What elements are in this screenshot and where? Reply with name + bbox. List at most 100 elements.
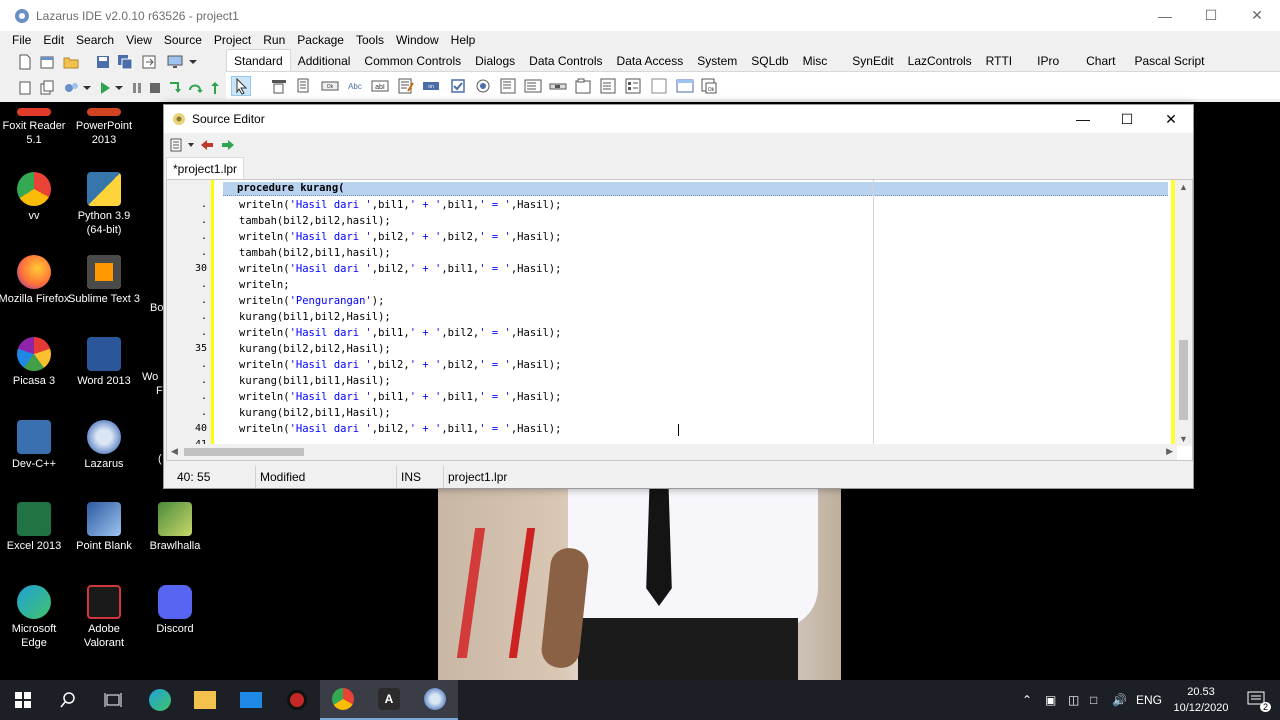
palette-tab-data-controls[interactable]: Data Controls xyxy=(522,51,609,71)
step-over-button[interactable] xyxy=(186,79,204,97)
view-units-button[interactable] xyxy=(16,79,34,97)
selection-tool-button[interactable] xyxy=(231,76,251,96)
new-form-button[interactable] xyxy=(38,53,56,71)
main-title-bar[interactable]: Lazarus IDE v2.0.10 r63526 - project1 — … xyxy=(0,0,1280,31)
step-into-button[interactable] xyxy=(166,79,184,97)
language-indicator[interactable]: ENG xyxy=(1136,680,1162,720)
tmainmenu-component[interactable] xyxy=(269,76,289,96)
task-view-button[interactable] xyxy=(90,680,136,720)
palette-tab-ipro[interactable]: IPro xyxy=(1030,51,1079,71)
desktop-icon-firefox[interactable]: Mozilla Firefox xyxy=(0,255,70,306)
se-close-button[interactable]: ✕ xyxy=(1149,105,1193,133)
se-minimize-button[interactable]: — xyxy=(1061,105,1105,133)
code-line[interactable]: writeln('Hasil dari ',bil2,' + ',bil2,' … xyxy=(239,229,561,245)
tradiogroup-component[interactable] xyxy=(598,76,618,96)
jump-forward-button[interactable] xyxy=(219,136,237,154)
build-modes-dropdown[interactable] xyxy=(78,79,96,97)
code-line[interactable]: writeln('Hasil dari ',bil1,' + ',bil1,' … xyxy=(239,197,561,213)
desktop-icon-sublime[interactable]: Sublime Text 3 xyxy=(68,255,140,306)
palette-tab-chart[interactable]: Chart xyxy=(1079,51,1127,71)
menu-file[interactable]: File xyxy=(6,33,37,47)
notification-center-button[interactable]: 2 xyxy=(1234,680,1280,720)
run-dropdown[interactable] xyxy=(110,79,128,97)
code-editor[interactable]: ....30....35....4041 procedure kurang( w… xyxy=(166,179,1193,461)
palette-tab-pascal-script[interactable]: Pascal Script xyxy=(1127,51,1211,71)
desktop-icon-brawlhalla[interactable]: Brawlhalla xyxy=(139,502,211,553)
desktop-icon-picasa[interactable]: Picasa 3 xyxy=(0,337,70,388)
menu-help[interactable]: Help xyxy=(445,33,482,47)
code-line[interactable]: writeln('Hasil dari ',bil1,' + ',bil1,' … xyxy=(239,389,561,405)
save-button[interactable] xyxy=(94,53,112,71)
scroll-right-icon[interactable]: ▶ xyxy=(1166,446,1173,457)
palette-tab-common-controls[interactable]: Common Controls xyxy=(357,51,468,71)
maximize-button[interactable]: ☐ xyxy=(1188,0,1234,31)
meet-now-icon[interactable]: ▣ xyxy=(1045,680,1056,720)
desktop-icon-lazarus[interactable]: Lazarus xyxy=(68,420,140,471)
scroll-left-icon[interactable]: ◀ xyxy=(171,446,178,457)
ttogglebox-component[interactable]: on xyxy=(421,76,441,96)
new-unit-button[interactable] xyxy=(16,53,34,71)
taskbar-mail[interactable] xyxy=(228,680,274,720)
taskbar-edge[interactable] xyxy=(137,680,183,720)
start-button[interactable] xyxy=(0,680,46,720)
scroll-up-icon[interactable]: ▲ xyxy=(1179,182,1188,192)
tgroupbox-component[interactable] xyxy=(573,76,593,96)
network-device-icon[interactable]: ◫ xyxy=(1068,680,1079,720)
palette-tab-system[interactable]: System xyxy=(690,51,744,71)
desktop-icon-python[interactable]: Python 3.9 (64-bit) xyxy=(68,172,140,237)
code-line[interactable]: kurang(bil1,bil1,Hasil); xyxy=(239,373,391,389)
palette-tab-lazcontrols[interactable]: LazControls xyxy=(901,51,979,71)
tbutton-component[interactable]: Ok xyxy=(320,76,340,96)
code-line[interactable]: tambah(bil2,bil1,hasil); xyxy=(239,245,391,261)
se-maximize-button[interactable]: ☐ xyxy=(1105,105,1149,133)
palette-tab-data-access[interactable]: Data Access xyxy=(610,51,691,71)
taskbar-file-explorer[interactable] xyxy=(182,680,228,720)
code-line[interactable]: writeln('Hasil dari ',bil2,' + ',bil1,' … xyxy=(239,421,561,437)
taskbar-lazarus[interactable] xyxy=(412,680,458,720)
palette-tab-dialogs[interactable]: Dialogs xyxy=(468,51,522,71)
palette-tab-additional[interactable]: Additional xyxy=(291,51,358,71)
step-out-button[interactable] xyxy=(206,79,224,97)
menu-project[interactable]: Project xyxy=(208,33,257,47)
source-editor-title-bar[interactable]: Source Editor — ☐ ✕ xyxy=(164,105,1193,133)
menu-run[interactable]: Run xyxy=(257,33,291,47)
desktop-icon-discord[interactable]: Discord xyxy=(139,585,211,636)
view-forms-button[interactable] xyxy=(166,53,184,71)
desktop-icon-valorant[interactable]: Adobe Valorant xyxy=(68,585,140,650)
code-line[interactable]: writeln('Hasil dari ',bil1,' + ',bil2,' … xyxy=(239,325,561,341)
taskbar-app-a[interactable]: A xyxy=(366,680,412,720)
save-all-button[interactable] xyxy=(116,53,134,71)
volume-icon[interactable]: 🔊 xyxy=(1112,680,1127,720)
view-pages-button[interactable] xyxy=(38,79,56,97)
toggle-form-unit-button[interactable] xyxy=(140,53,158,71)
tcheckgroup-component[interactable] xyxy=(623,76,643,96)
code-line[interactable]: kurang(bil1,bil2,Hasil); xyxy=(239,309,391,325)
desktop-icon-word[interactable]: Word 2013 xyxy=(68,337,140,388)
palette-tab-sqldb[interactable]: SQLdb xyxy=(744,51,795,71)
open-button[interactable] xyxy=(62,53,80,71)
tlistbox-component[interactable] xyxy=(498,76,518,96)
code-area[interactable]: procedure kurang( writeln('Hasil dari ',… xyxy=(215,180,1168,446)
horizontal-scrollbar[interactable]: ◀ ▶ xyxy=(167,444,1177,460)
vertical-scrollbar[interactable]: ▲ ▼ xyxy=(1171,180,1192,446)
desktop-icon-excel[interactable]: Excel 2013 xyxy=(0,502,70,553)
menu-package[interactable]: Package xyxy=(291,33,350,47)
tscrollbar-component[interactable] xyxy=(548,76,568,96)
tpanel-component[interactable] xyxy=(649,76,669,96)
code-line[interactable]: writeln('Hasil dari ',bil2,' + ',bil1,' … xyxy=(239,261,561,277)
palette-tab-standard[interactable]: Standard xyxy=(226,49,291,71)
show-hidden-icons[interactable]: ⌃ xyxy=(1022,680,1032,720)
tedit-component[interactable]: abI xyxy=(370,76,390,96)
jump-back-button[interactable] xyxy=(198,136,216,154)
tpopupmenu-component[interactable] xyxy=(294,76,314,96)
desktop-icon-edge[interactable]: Microsoft Edge xyxy=(0,585,70,650)
code-line[interactable]: tambah(bil2,bil2,hasil); xyxy=(239,213,391,229)
tcheckbox-component[interactable] xyxy=(448,76,468,96)
minimize-button[interactable]: — xyxy=(1142,0,1188,31)
menu-window[interactable]: Window xyxy=(390,33,445,47)
code-line[interactable]: writeln('Pengurangan'); xyxy=(239,293,384,309)
menu-tools[interactable]: Tools xyxy=(350,33,390,47)
search-button[interactable] xyxy=(45,680,91,720)
tmemo-component[interactable] xyxy=(396,76,416,96)
code-line[interactable]: kurang(bil2,bil1,Hasil); xyxy=(239,405,391,421)
